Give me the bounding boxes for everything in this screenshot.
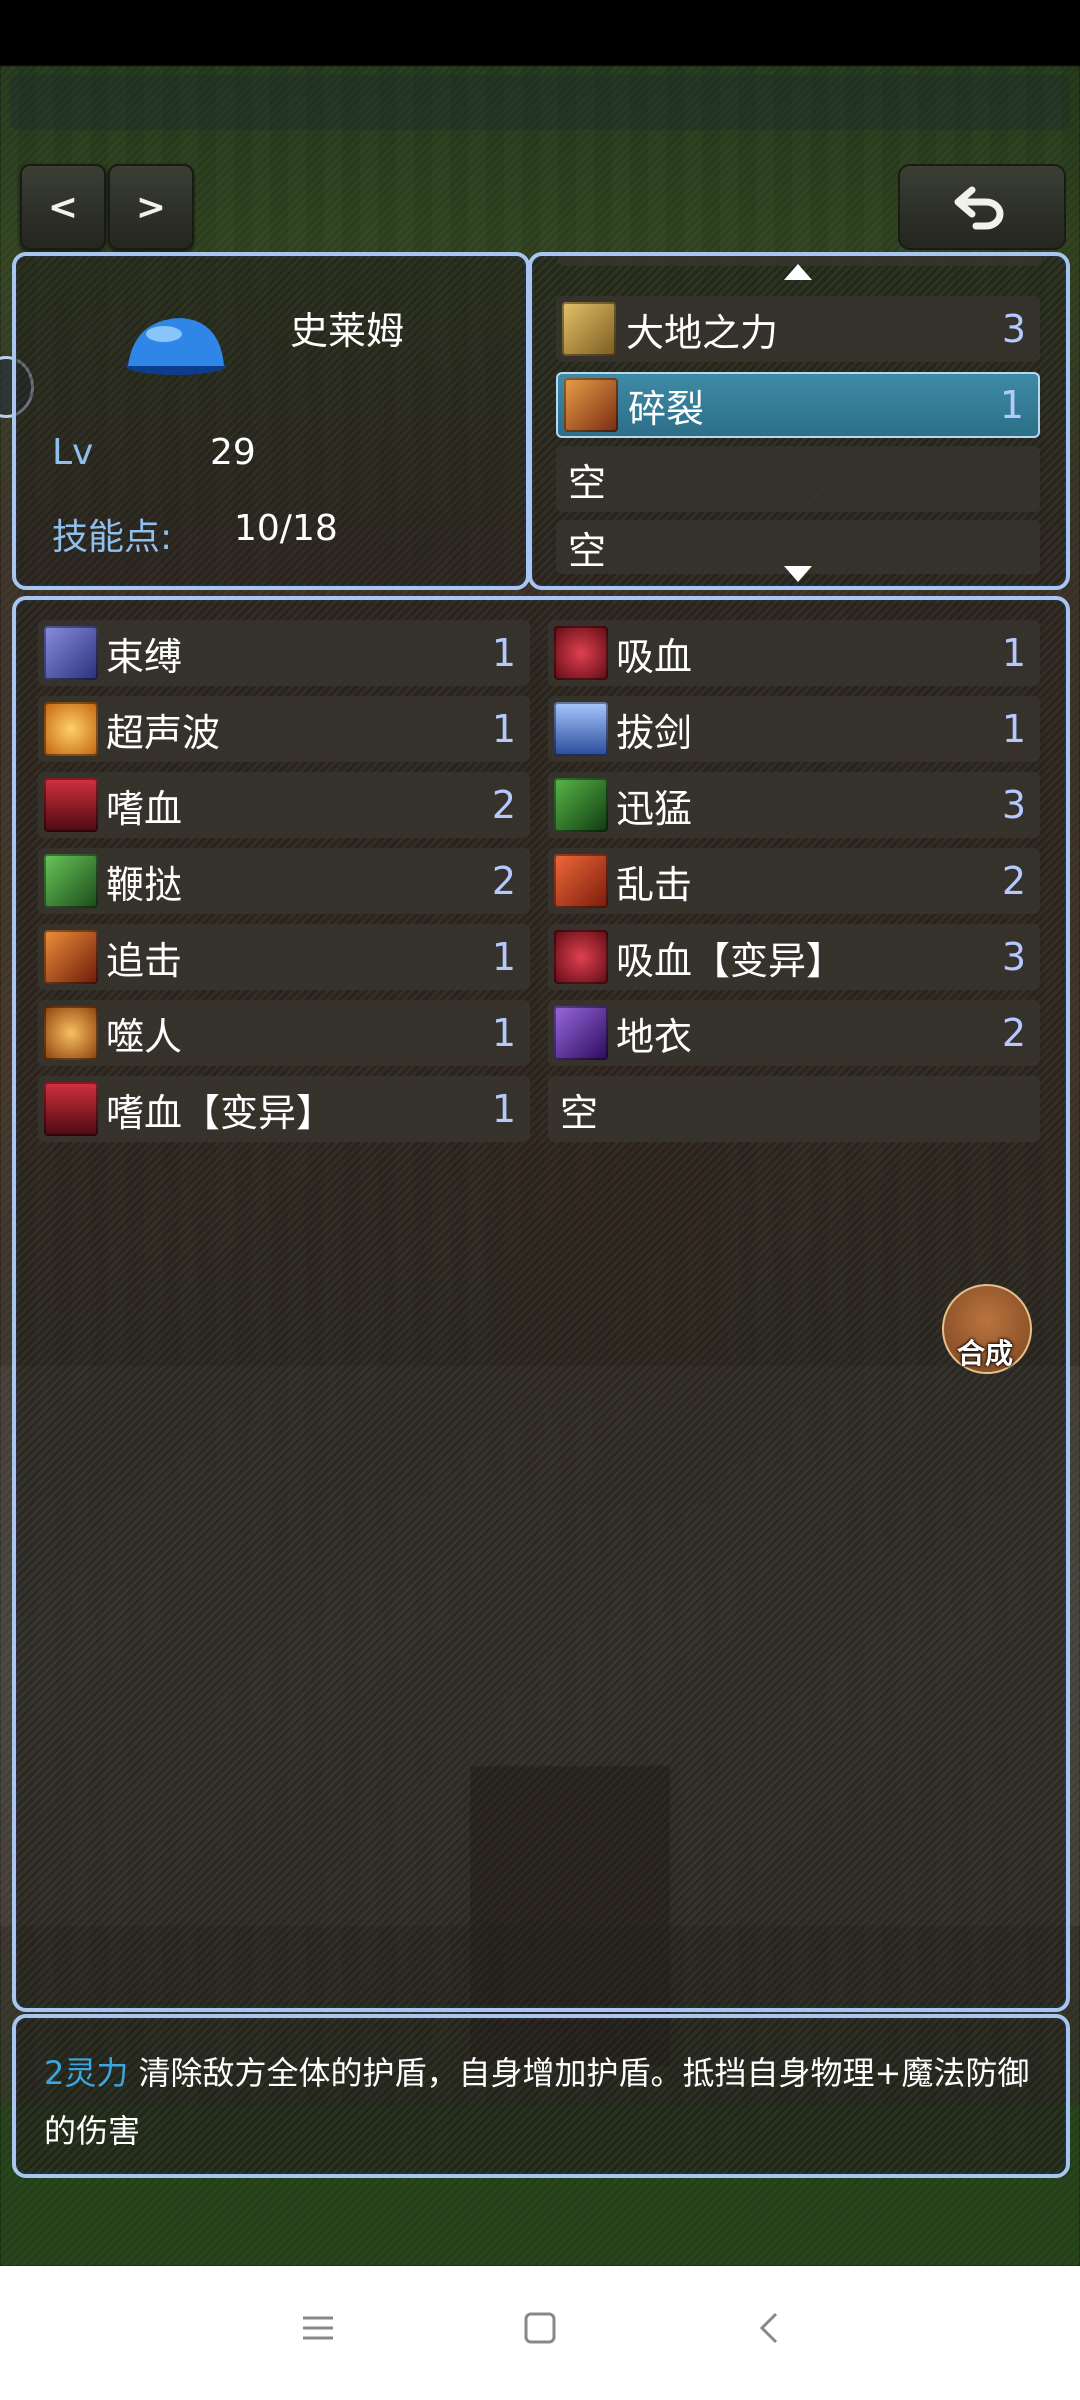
draw-sword-icon [554,702,608,756]
skill-name: 吸血【变异】 [616,938,845,983]
slime-avatar [126,318,226,375]
back-icon[interactable] [752,2310,788,2346]
equipped-skill-row-selected[interactable]: 碎裂 1 [556,372,1040,438]
shatter-icon [564,378,618,432]
bind-icon [44,626,98,680]
equipped-skill-count: 1 [999,383,1024,427]
skill-item[interactable]: 吸血【变异】 3 [548,924,1040,990]
skill-count: 1 [1001,707,1026,751]
equipped-skill-name: 碎裂 [628,386,705,431]
compose-label: 合成 [956,1337,1013,1370]
system-navigation-bar [0,2266,1080,2400]
skill-points-label: 技能点: [52,517,173,558]
scroll-up-arrow-icon[interactable] [784,264,812,280]
next-character-button[interactable]: > [108,164,194,250]
equipped-skill-row[interactable]: 大地之力 3 [556,296,1040,362]
skill-item[interactable]: 追击 1 [38,924,530,990]
skill-item[interactable]: 鞭挞 2 [38,848,530,914]
skill-count: 3 [1001,935,1026,979]
skill-count: 2 [491,783,516,827]
bloodthirst-mutant-icon [44,1082,98,1136]
skill-slot-empty[interactable]: 空 [548,1076,1040,1142]
blurred-hud-bar [10,75,1070,130]
skill-item[interactable]: 嗜血【变异】 1 [38,1076,530,1142]
empty-slot-label: 空 [568,528,607,573]
skill-name: 嗜血 [106,786,183,831]
skill-count: 2 [1001,859,1026,903]
skill-name: 迅猛 [616,786,693,831]
return-arrow-icon [954,186,1004,230]
skill-name: 拔剑 [616,710,693,755]
skill-count: 2 [491,859,516,903]
compose-button[interactable]: 合成 [942,1284,1032,1376]
skill-name: 束缚 [106,634,183,679]
skill-count: 3 [1001,783,1026,827]
skill-item[interactable]: 吸血 1 [548,620,1040,686]
chaos-strike-icon [554,854,608,908]
skill-points-value: 10/18 [234,508,338,549]
home-icon[interactable] [522,2310,558,2346]
skill-count: 1 [1001,631,1026,675]
skill-description: 2灵力 清除敌方全体的护盾，自身增加护盾。抵挡自身物理+魔法防御的伤害 [44,2044,1044,2160]
skill-count: 1 [491,935,516,979]
equipped-skill-slot-empty[interactable]: 空 [556,446,1040,512]
skill-count: 2 [1001,1011,1026,1055]
scroll-down-arrow-icon[interactable] [784,566,812,582]
skill-name: 吸血 [616,634,693,679]
character-name: 史莱姆 [290,309,405,353]
empty-slot-label: 空 [560,1090,599,1135]
bloodthirst-icon [44,778,98,832]
skill-name: 地衣 [616,1014,693,1059]
skill-item[interactable]: 拔剑 1 [548,696,1040,762]
lichen-icon [554,1006,608,1060]
skill-name: 超声波 [106,710,221,755]
skill-count: 1 [491,1087,516,1131]
skill-item[interactable]: 地衣 2 [548,1000,1040,1066]
skill-name: 噬人 [106,1014,183,1059]
skill-item[interactable]: 迅猛 3 [548,772,1040,838]
equipped-skill-count: 3 [1001,307,1026,351]
skill-name: 追击 [106,938,183,983]
whip-icon [44,854,98,908]
level-label: Lv [52,432,94,473]
prev-character-button[interactable]: < [20,164,106,250]
skill-item[interactable]: 乱击 2 [548,848,1040,914]
empty-slot-label: 空 [568,460,607,505]
menu-icon[interactable] [300,2310,336,2346]
skill-item[interactable]: 嗜血 2 [38,772,530,838]
skill-item[interactable]: 噬人 1 [38,1000,530,1066]
back-button[interactable] [898,164,1066,250]
skill-count: 1 [491,707,516,751]
skill-count: 1 [491,631,516,675]
skill-cost: 2灵力 [44,2054,129,2092]
ultrasonic-icon [44,702,98,756]
skill-description-text: 清除敌方全体的护盾，自身增加护盾。抵挡自身物理+魔法防御的伤害 [44,2054,1030,2150]
swift-icon [554,778,608,832]
earth-power-icon [562,302,616,356]
skill-count: 1 [491,1011,516,1055]
skill-item[interactable]: 超声波 1 [38,696,530,762]
level-value: 29 [210,432,256,473]
skill-name: 鞭挞 [106,862,183,907]
devour-icon [44,1006,98,1060]
vampire-mutant-icon [554,930,608,984]
skill-name: 乱击 [616,862,693,907]
vampire-icon [554,626,608,680]
skill-item[interactable]: 束缚 1 [38,620,530,686]
pursuit-icon [44,930,98,984]
skill-name: 嗜血【变异】 [106,1090,335,1135]
equipped-skill-name: 大地之力 [626,310,779,355]
